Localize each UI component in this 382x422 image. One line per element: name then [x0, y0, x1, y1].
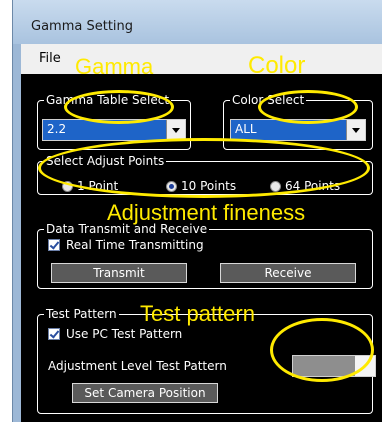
- checkbox-checked-icon[interactable]: [48, 239, 60, 251]
- annotation-test-pattern: Test pattern: [140, 301, 255, 326]
- highlight-ellipse-test-pattern: [270, 318, 374, 382]
- chevron-down-icon[interactable]: [346, 120, 365, 140]
- annotation-adjustment-fineness: Adjustment fineness: [107, 200, 306, 225]
- annotation-color: Color: [248, 52, 306, 79]
- receive-button[interactable]: Receive: [220, 263, 356, 283]
- use-pc-test-pattern-label: Use PC Test Pattern: [66, 327, 183, 341]
- annotation-gamma: Gamma: [75, 54, 154, 79]
- chevron-down-icon[interactable]: [166, 120, 185, 140]
- use-pc-test-pattern-checkbox[interactable]: Use PC Test Pattern: [48, 327, 182, 341]
- highlight-ellipse-gamma: [64, 90, 174, 124]
- realtime-transmit-checkbox[interactable]: Real Time Transmitting: [48, 238, 204, 252]
- window-title: Gamma Setting: [31, 19, 134, 34]
- checkbox-checked-icon[interactable]: [48, 328, 60, 340]
- adjustment-level-label: Adjustment Level Test Pattern: [48, 359, 227, 373]
- realtime-transmit-label: Real Time Transmitting: [66, 238, 204, 252]
- title-bar[interactable]: Gamma Setting: [13, 0, 382, 44]
- transmit-button[interactable]: Transmit: [51, 263, 187, 283]
- set-camera-position-button[interactable]: Set Camera Position: [72, 383, 218, 403]
- color-select-value: ALL: [235, 122, 257, 136]
- data-transmit-group: Data Transmit and Receive Real Time Tran…: [37, 221, 373, 289]
- highlight-ellipse-color: [258, 90, 358, 124]
- gamma-table-value: 2.2: [47, 122, 67, 136]
- menu-item-file[interactable]: File: [39, 51, 61, 66]
- test-pattern-legend: Test Pattern: [44, 306, 119, 322]
- highlight-ellipse-adjust-points: [38, 138, 370, 198]
